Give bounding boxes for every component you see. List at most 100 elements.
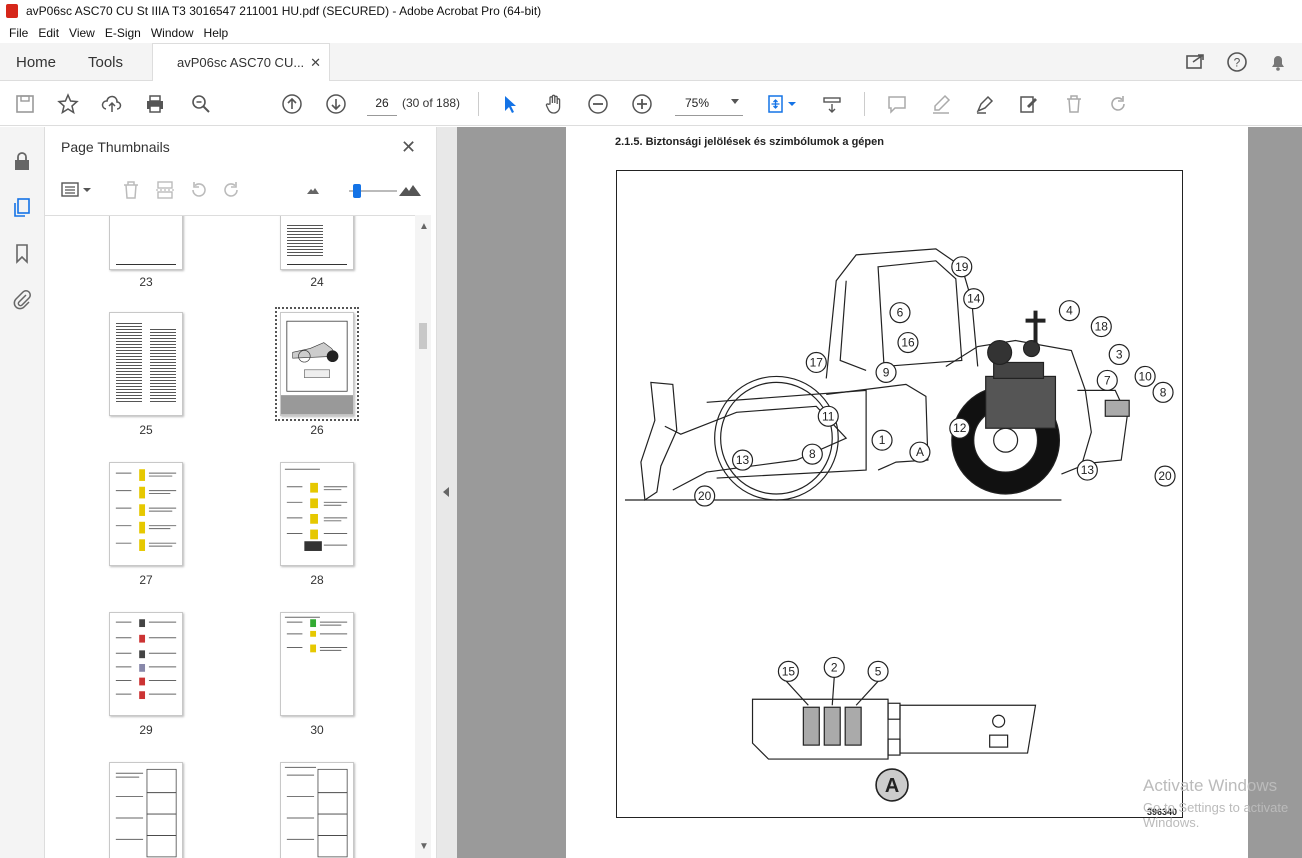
fit-page-icon[interactable] — [764, 92, 788, 116]
callout-15: 15 — [777, 660, 799, 682]
thumbnail-scrollbar[interactable]: ▲ ▼ — [415, 215, 431, 858]
save-icon[interactable] — [13, 92, 37, 116]
attachments-paperclip-icon[interactable] — [10, 287, 34, 311]
scrollbar-thumb[interactable] — [419, 323, 427, 349]
print-icon[interactable] — [143, 92, 167, 116]
thumbnail-size-slider[interactable] — [349, 184, 397, 198]
page-thumbnails-panel: Page Thumbnails ✕ 23 24 25 26 27 28 29 3… — [45, 127, 437, 858]
close-tab-icon[interactable]: ✕ — [310, 55, 321, 71]
page-count: (30 of 188) — [402, 96, 461, 110]
thumbnail-label: 28 — [310, 573, 324, 587]
toolbar-divider — [478, 92, 479, 116]
menu-view[interactable]: View — [64, 26, 100, 40]
upload-cloud-icon[interactable] — [100, 92, 124, 116]
callout-3: 3 — [1108, 343, 1130, 366]
bookmark-star-icon[interactable] — [56, 92, 80, 116]
figure-frame: 19 14 6 16 9 17 4 18 3 7 10 8 11 1 A 12 — [616, 170, 1183, 818]
svg-text:15: 15 — [782, 664, 796, 678]
svg-text:16: 16 — [901, 336, 915, 350]
callout-20b: 20 — [1154, 465, 1176, 487]
fit-page-dropdown-icon[interactable] — [787, 92, 797, 116]
svg-text:8: 8 — [1160, 385, 1167, 399]
highlight-pen-icon[interactable] — [929, 92, 953, 116]
callout-16: 16 — [897, 331, 919, 354]
callout-9: 9 — [875, 361, 897, 383]
callout-19: 19 — [951, 256, 973, 278]
callout-18: 18 — [1090, 316, 1112, 338]
delete-pages-icon[interactable] — [119, 177, 143, 203]
thumbnail-label: 29 — [139, 723, 153, 737]
zoom-level-select[interactable]: 75% — [675, 90, 743, 116]
scroll-up-arrow-icon[interactable]: ▲ — [419, 221, 429, 232]
redo-rotate-icon[interactable] — [1106, 92, 1130, 116]
delete-trash-icon[interactable] — [1062, 92, 1086, 116]
left-navigation-rail — [0, 127, 45, 858]
window-titlebar: avP06sc ASC70 CU St IIIA T3 3016547 2110… — [0, 0, 1302, 22]
callout-13b: 13 — [1076, 459, 1098, 481]
menu-help[interactable]: Help — [199, 26, 234, 40]
activate-windows-subtext: Go to Settings to activate Windows. — [1143, 800, 1289, 830]
page-number-input[interactable]: 26 — [367, 90, 397, 116]
svg-text:A: A — [885, 775, 899, 797]
thumbnail-preview-drawing — [284, 616, 348, 653]
select-arrow-icon[interactable] — [498, 92, 522, 116]
menu-esign[interactable]: E-Sign — [100, 26, 146, 40]
extract-pages-icon[interactable] — [153, 177, 177, 203]
callout-13: 13 — [731, 449, 754, 471]
svg-text:4: 4 — [1066, 304, 1073, 318]
zoom-in-icon[interactable] — [630, 92, 654, 116]
previous-page-icon[interactable] — [280, 92, 304, 116]
notifications-bell-icon[interactable] — [1267, 51, 1289, 73]
fill-sign-pen-icon[interactable] — [973, 92, 997, 116]
help-icon[interactable]: ? — [1226, 51, 1248, 73]
collapse-panel-handle[interactable] — [437, 127, 457, 858]
large-thumbnail-mountain-icon[interactable] — [397, 177, 423, 203]
close-panel-icon[interactable]: ✕ — [401, 137, 416, 158]
callout-14: 14 — [963, 288, 985, 310]
comment-icon[interactable] — [885, 92, 909, 116]
hand-tool-icon[interactable] — [542, 92, 566, 116]
zoom-search-icon[interactable] — [189, 92, 213, 116]
small-thumbnail-mountain-icon[interactable] — [303, 177, 323, 203]
zoom-level-value: 75% — [685, 95, 710, 110]
zoom-out-icon[interactable] — [586, 92, 610, 116]
edit-pdf-icon[interactable] — [1017, 92, 1041, 116]
page-thumbnails-icon[interactable] — [10, 195, 34, 219]
tab-tools[interactable]: Tools — [88, 43, 123, 81]
svg-text:14: 14 — [967, 292, 981, 306]
svg-text:1: 1 — [879, 433, 886, 447]
thumbnail-toolbar — [59, 177, 423, 205]
menu-window[interactable]: Window — [146, 26, 199, 40]
rotate-clockwise-icon[interactable] — [219, 177, 243, 203]
slider-handle[interactable] — [353, 184, 361, 198]
lock-icon[interactable] — [10, 149, 34, 173]
thumbnail-preview-drawing — [115, 469, 177, 551]
scroll-down-arrow-icon[interactable]: ▼ — [419, 841, 429, 852]
svg-text:10: 10 — [1138, 369, 1152, 383]
thumbnail-options-icon[interactable] — [59, 177, 95, 203]
tab-home[interactable]: Home — [16, 43, 56, 81]
svg-text:8: 8 — [809, 447, 816, 461]
callout-10: 10 — [1134, 365, 1156, 387]
collapse-arrow-icon — [443, 487, 449, 497]
svg-text:18: 18 — [1095, 320, 1109, 334]
callout-12: 12 — [949, 417, 971, 439]
svg-text:19: 19 — [955, 260, 969, 274]
callout-2: 2 — [823, 656, 845, 678]
thumbnail-image — [109, 312, 183, 416]
document-viewer[interactable]: 2.1.5. Biztonsági jelölések és szimbólum… — [457, 127, 1302, 858]
thumbnail-label: 23 — [139, 275, 153, 289]
next-page-icon[interactable] — [324, 92, 348, 116]
thumbnail-image — [280, 462, 354, 566]
menu-file[interactable]: File — [4, 26, 33, 40]
thumbnail-image — [275, 307, 359, 421]
window-title: avP06sc ASC70 CU St IIIA T3 3016547 2110… — [26, 4, 542, 18]
bookmarks-icon[interactable] — [10, 241, 34, 265]
thumbnail-image — [109, 216, 183, 270]
share-icon[interactable] — [1184, 51, 1206, 73]
rotate-counterclockwise-icon[interactable] — [187, 177, 211, 203]
thumbnail-preview-drawing — [281, 320, 353, 415]
scroll-mode-icon[interactable] — [820, 92, 844, 116]
menu-edit[interactable]: Edit — [33, 26, 64, 40]
tab-document[interactable]: avP06sc ASC70 CU... ✕ — [152, 43, 330, 81]
